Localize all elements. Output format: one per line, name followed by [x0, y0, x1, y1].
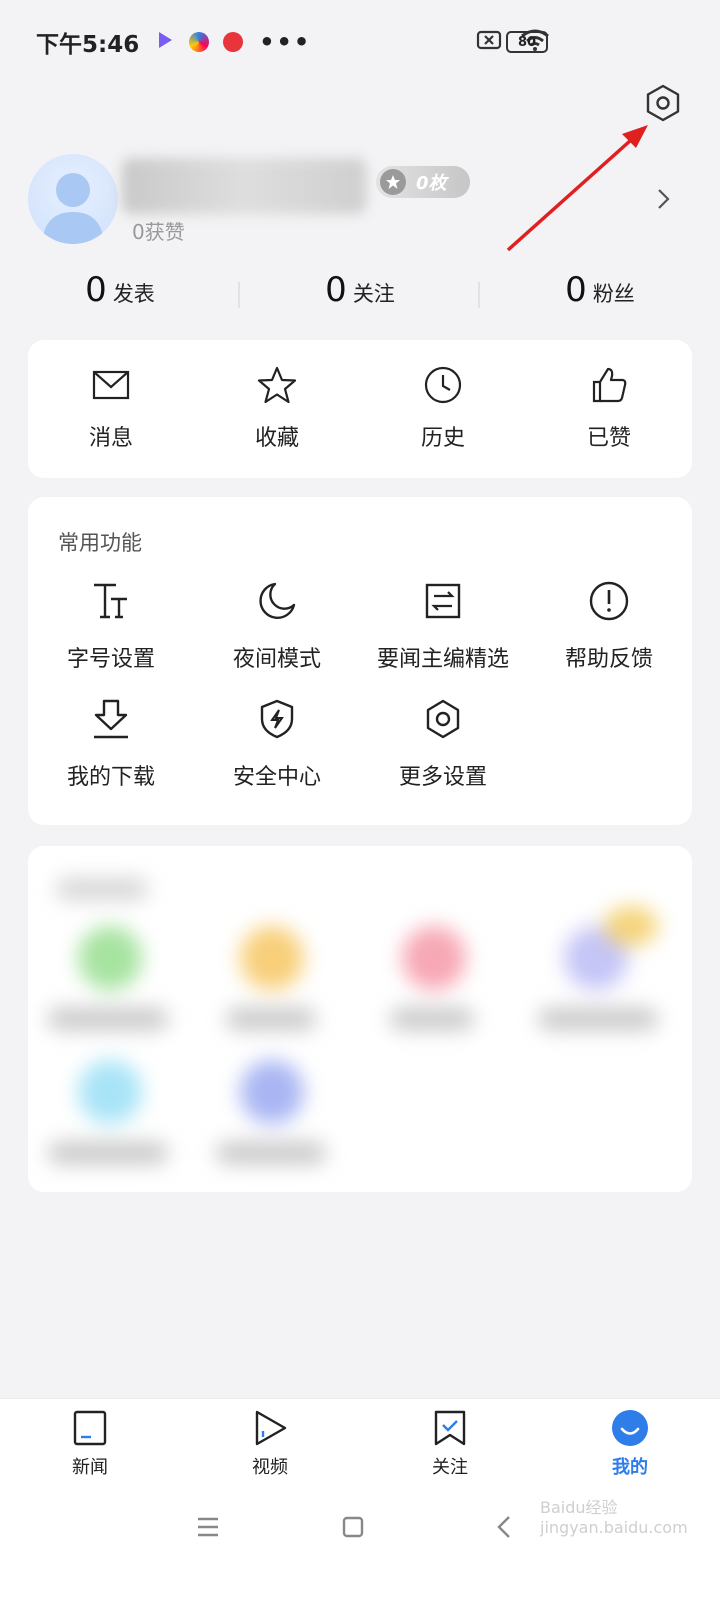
function-label: 我的下载 [66, 765, 155, 790]
home-icon[interactable] [338, 1512, 368, 1542]
likes-count: 0获赞 [132, 220, 185, 244]
sim-off-icon [476, 29, 502, 55]
stat-label: 关注 [352, 282, 395, 306]
functions-grid: 字号设置 夜间模式 要闻主编精选 帮助反馈 我的下载 安全中心 更多设置 [28, 579, 692, 791]
stat-label: 发表 [112, 282, 155, 306]
bottom-tab-bar: 新闻 视频 关注 我的 [0, 1398, 720, 1484]
quick-action-history[interactable]: 历史 [360, 340, 526, 478]
stat-following[interactable]: 0 关注 [240, 270, 480, 320]
tab-label: 关注 [432, 1457, 468, 1478]
profile-icon [612, 1410, 648, 1446]
section-title: 常用功能 [58, 531, 142, 555]
clock-icon [424, 366, 462, 404]
settings-button[interactable] [643, 83, 683, 123]
stats-row: 0 发表 0 关注 0 粉丝 [0, 270, 720, 320]
mail-icon [92, 370, 130, 400]
stat-number: 0 [85, 270, 107, 310]
chevron-right-icon[interactable] [656, 186, 672, 212]
system-navigation-bar: Baidu经验 jingyan.baidu.com [0, 1484, 720, 1600]
video-app-icon [155, 30, 175, 54]
bookmark-icon [434, 1410, 466, 1446]
star-icon [257, 366, 297, 404]
watermark: Baidu经验 jingyan.baidu.com [540, 1498, 688, 1537]
stat-label: 粉丝 [592, 282, 635, 306]
medal-badge[interactable]: 0枚 [376, 166, 470, 198]
tab-label: 视频 [252, 1457, 288, 1478]
tab-label: 我的 [612, 1457, 648, 1478]
quick-action-messages[interactable]: 消息 [28, 340, 194, 478]
font-size-icon [94, 583, 127, 619]
help-icon [589, 581, 629, 621]
default-avatar-icon [42, 173, 104, 244]
tab-video[interactable]: 视频 [180, 1399, 360, 1484]
quick-action-label: 消息 [88, 426, 133, 451]
status-bar: 下午5:46 ••• 80 [0, 0, 720, 84]
status-more-icon: ••• [259, 28, 312, 56]
function-label: 更多设置 [398, 765, 487, 790]
quick-action-liked[interactable]: 已赞 [526, 340, 692, 478]
blurred-content [28, 846, 692, 1192]
shield-icon [260, 699, 294, 739]
function-more-settings[interactable]: 更多设置 [360, 697, 526, 791]
function-label: 字号设置 [66, 647, 155, 672]
function-label: 夜间模式 [232, 647, 321, 672]
tab-mine[interactable]: 我的 [540, 1399, 720, 1484]
stat-posts[interactable]: 0 发表 [0, 270, 240, 320]
thumbs-up-icon [592, 367, 627, 403]
username-blurred [122, 158, 366, 214]
quick-actions-card: 消息 收藏 历史 已赞 [28, 340, 692, 478]
function-help-feedback[interactable]: 帮助反馈 [526, 579, 692, 673]
quick-action-label: 收藏 [254, 426, 299, 451]
tab-following[interactable]: 关注 [360, 1399, 540, 1484]
download-icon [94, 699, 128, 739]
status-app-icons [155, 30, 244, 54]
back-icon[interactable] [490, 1512, 520, 1542]
function-label: 帮助反馈 [564, 647, 653, 672]
menu-icon[interactable] [193, 1512, 223, 1542]
moon-icon [259, 582, 296, 619]
function-editor-picks[interactable]: 要闻主编精选 [360, 579, 526, 673]
news-icon [73, 1410, 107, 1446]
settings-icon [426, 699, 460, 739]
stat-fans[interactable]: 0 粉丝 [480, 270, 720, 320]
common-functions-card: 常用功能 字号设置 夜间模式 要闻主编精选 帮助反馈 我的下载 安全中心 更多设… [28, 497, 692, 825]
function-label: 安全中心 [232, 765, 321, 790]
function-my-downloads[interactable]: 我的下载 [28, 697, 194, 791]
settings-icon [646, 84, 680, 122]
tab-label: 新闻 [72, 1457, 108, 1478]
medal-star-icon [380, 169, 406, 195]
function-label: 要闻主编精选 [376, 647, 509, 672]
profile-header[interactable]: 0枚 0获赞 [28, 154, 692, 246]
function-security-center[interactable]: 安全中心 [194, 697, 360, 791]
swap-icon [425, 583, 461, 619]
status-time: 下午5:46 [36, 32, 140, 58]
record-app-icon [223, 32, 244, 52]
video-icon [255, 1410, 287, 1446]
quick-action-label: 历史 [420, 426, 465, 451]
stat-number: 0 [325, 270, 347, 310]
quick-action-label: 已赞 [586, 426, 631, 451]
quick-action-favorites[interactable]: 收藏 [194, 340, 360, 478]
medal-count: 0枚 [416, 173, 447, 194]
function-night-mode[interactable]: 夜间模式 [194, 579, 360, 673]
avatar[interactable] [28, 154, 118, 244]
browser-app-icon [189, 32, 210, 52]
blurred-services-card [28, 846, 692, 1192]
function-font-size[interactable]: 字号设置 [28, 579, 194, 673]
tab-news[interactable]: 新闻 [0, 1399, 180, 1484]
battery-indicator: 80 [506, 31, 548, 53]
stat-number: 0 [565, 270, 587, 310]
